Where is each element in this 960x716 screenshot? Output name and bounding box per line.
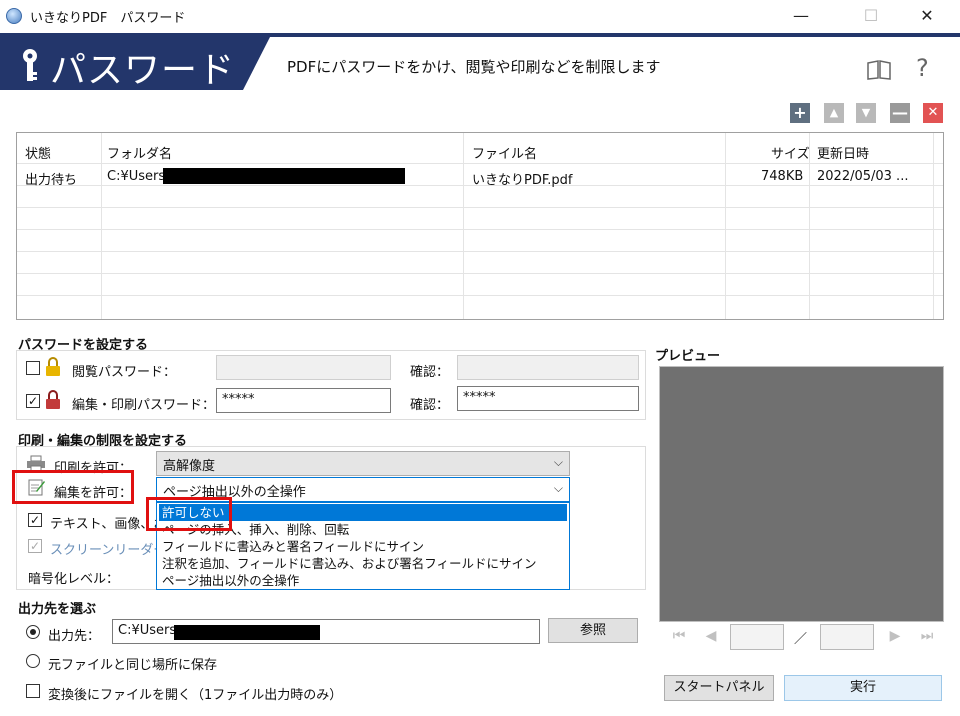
window-title: いきなりPDF パスワード (30, 11, 186, 26)
redaction-bar (174, 625, 320, 640)
preview-title: プレビュー (655, 349, 721, 364)
open-after-label: 変換後にファイルを開く（1ファイル出力時のみ） (48, 688, 343, 703)
column-divider (101, 133, 102, 319)
column-header-modified[interactable]: 更新日時 (817, 143, 869, 162)
encrypt-level-label: 暗号化レベル： (28, 572, 120, 587)
row-divider (17, 251, 943, 252)
column-divider (463, 133, 464, 319)
page-separator: ／ (794, 632, 808, 647)
key-icon (23, 49, 37, 81)
row-filename[interactable]: いきなりPDF.pdf (472, 169, 572, 188)
next-page-icon[interactable]: ▶ (886, 627, 904, 645)
output-destination-radio[interactable] (26, 625, 40, 639)
banner-title: パスワード (50, 50, 236, 91)
print-permission-value: 高解像度 (163, 459, 216, 474)
maximize-button[interactable]: ☐ (848, 0, 894, 32)
remove-file-button[interactable]: — (890, 103, 910, 123)
total-pages-field (820, 624, 874, 650)
edit-password-checkbox[interactable]: ✓ (26, 394, 40, 408)
edit-password-field[interactable]: ***** (216, 388, 391, 413)
chevron-down-icon: ⌵ (553, 481, 563, 495)
edit-password-label: 編集・印刷パスワード： (72, 398, 216, 413)
view-password-label: 閲覧パスワード： (72, 365, 177, 380)
close-button[interactable]: ✕ (904, 0, 950, 32)
app-icon (6, 8, 22, 24)
view-password-checkbox[interactable] (26, 361, 40, 375)
row-divider (17, 207, 943, 208)
column-header-folder[interactable]: フォルダ名 (107, 143, 172, 162)
dropdown-option[interactable]: ページ抽出以外の全操作 (159, 572, 567, 589)
row-size[interactable]: 748KB (761, 169, 803, 184)
output-section-title: 出力先を選ぶ (18, 602, 97, 617)
banner-description: PDFにパスワードをかけ、閲覧や印刷などを制限します (287, 58, 661, 76)
move-down-button[interactable]: ▼ (856, 103, 876, 123)
minimize-button[interactable]: — (778, 0, 824, 32)
highlight-edit-label (12, 470, 134, 504)
browse-button[interactable]: 参照 (548, 618, 638, 643)
preview-area (659, 366, 944, 622)
clear-list-button[interactable]: ✕ (923, 103, 943, 123)
row-status[interactable]: 出力待ち (25, 169, 77, 188)
same-folder-radio[interactable] (26, 654, 40, 668)
highlight-not-allowed-option (146, 497, 232, 531)
first-page-icon[interactable]: ⏮ (670, 627, 688, 645)
manual-book-icon[interactable] (866, 60, 892, 80)
row-divider (17, 163, 943, 164)
row-folder[interactable]: C:¥Users (107, 169, 165, 184)
chevron-down-icon: ⌵ (553, 455, 563, 469)
lock-red-icon (46, 390, 60, 409)
output-path-value: C:¥Users (118, 623, 177, 638)
view-confirm-field (457, 355, 639, 380)
screen-reader-checkbox: ✓ (28, 539, 42, 553)
help-icon[interactable]: ? (916, 54, 929, 82)
print-permission-select[interactable]: 高解像度 ⌵ (156, 451, 570, 476)
edit-confirm-field[interactable]: ***** (457, 386, 639, 411)
column-header-size[interactable]: サイズ (771, 143, 810, 162)
output-destination-label: 出力先： (48, 629, 101, 644)
last-page-icon[interactable]: ⏭ (918, 627, 936, 645)
add-file-button[interactable]: + (790, 103, 810, 123)
run-button[interactable]: 実行 (784, 675, 942, 701)
column-header-status[interactable]: 状態 (25, 143, 51, 162)
column-divider (725, 133, 726, 319)
file-list[interactable]: 状態 フォルダ名 ファイル名 サイズ 更新日時 出力待ち C:¥Users いき… (16, 132, 944, 320)
edit-confirm-label: 確認： (410, 398, 450, 413)
start-panel-button[interactable]: スタートパネル (664, 675, 774, 701)
open-after-checkbox[interactable] (26, 684, 40, 698)
same-folder-label: 元ファイルと同じ場所に保存 (48, 658, 218, 673)
row-divider (17, 273, 943, 274)
column-header-filename[interactable]: ファイル名 (472, 143, 537, 162)
row-divider (17, 229, 943, 230)
column-divider (933, 133, 934, 319)
move-up-button[interactable]: ▲ (824, 103, 844, 123)
row-modified[interactable]: 2022/05/03 ... (817, 169, 908, 184)
prev-page-icon[interactable]: ◀ (702, 627, 720, 645)
view-password-field (216, 355, 391, 380)
row-divider (17, 295, 943, 296)
dropdown-option[interactable]: 注釈を追加、フィールドに書込み、および署名フィールドにサイン (159, 555, 567, 572)
view-confirm-label: 確認： (410, 365, 450, 380)
redaction-bar (163, 168, 405, 184)
current-page-field[interactable] (730, 624, 784, 650)
lock-yellow-icon (46, 357, 60, 376)
allow-copy-checkbox[interactable]: ✓ (28, 513, 42, 527)
dropdown-option[interactable]: フィールドに書込みと署名フィールドにサイン (159, 538, 567, 555)
